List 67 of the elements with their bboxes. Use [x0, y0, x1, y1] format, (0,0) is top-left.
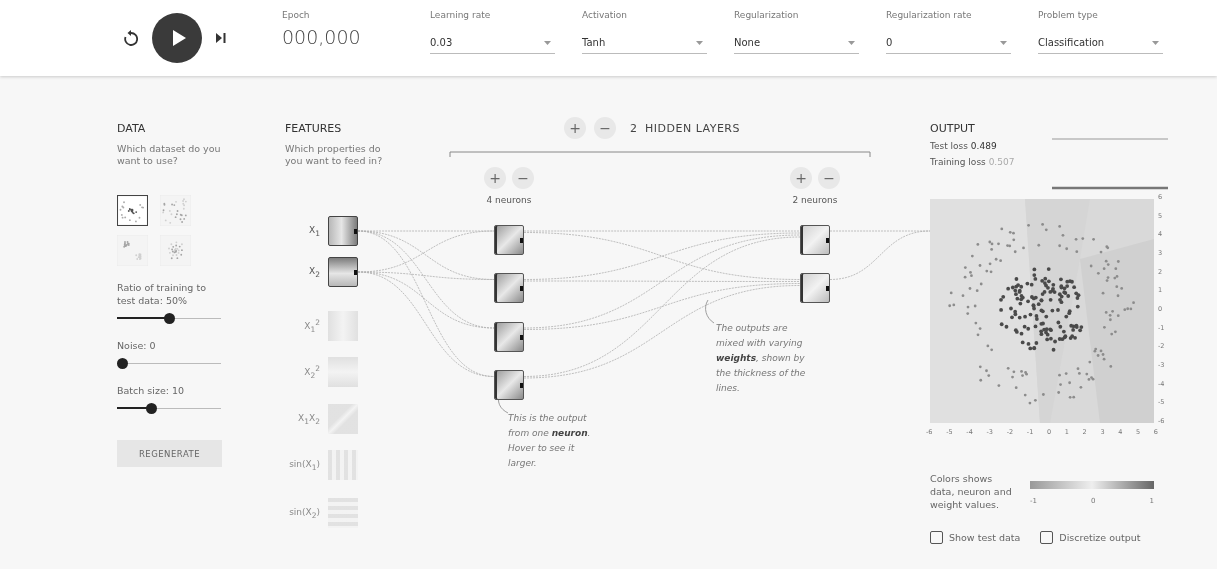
neuron-count: 4 neurons — [486, 194, 532, 206]
feature-label: X$_{1}$X$_{2}$ — [297, 412, 320, 426]
epoch-counter: 000,000 — [282, 26, 362, 48]
slider-thumb[interactable] — [145, 402, 157, 414]
neuron-node[interactable] — [494, 321, 524, 352]
section-subtitle: Which properties do you want to feed in? — [285, 143, 384, 167]
checkbox-label: Discretize output — [1059, 532, 1141, 543]
caret-icon — [1000, 40, 1007, 45]
step-icon[interactable] — [216, 33, 226, 43]
dropdown[interactable]: Classification — [1038, 37, 1163, 54]
regenerate-button[interactable]: REGENERATE — [117, 440, 222, 467]
feature-label: sin(X$_{1}$) — [288, 458, 320, 472]
dropdown[interactable]: None — [734, 37, 859, 54]
remove-neuron-button[interactable]: − — [512, 167, 534, 189]
legend-text: Colors shows data, neuron and weight values. — [930, 472, 1013, 511]
slider-thumb[interactable] — [117, 357, 128, 369]
section-title: OUTPUT — [930, 122, 976, 136]
annotation-text: This is the output from one neuron. Hover to see it larger. — [508, 412, 592, 470]
play-button[interactable] — [152, 13, 202, 63]
caret-icon — [544, 40, 551, 45]
dropdown-label: Problem type — [1038, 9, 1099, 21]
dropdown-label: Learning rate — [430, 9, 492, 21]
annotation-text: The outputs are mixed with varying weights, shown by the thickness of the lines. — [716, 322, 807, 395]
neuron-node[interactable] — [800, 224, 830, 255]
caret-icon — [1152, 40, 1159, 45]
feature-label: X$_{1}$ — [308, 224, 320, 238]
slider-thumb[interactable] — [163, 312, 175, 324]
checkbox[interactable] — [1040, 531, 1054, 544]
reset-icon[interactable] — [124, 30, 138, 46]
checkbox-label: Show test data — [949, 532, 1021, 543]
epoch-label: Epoch — [282, 9, 311, 21]
section-title: DATA — [117, 122, 147, 136]
feature-label: X$_{2}$ — [308, 265, 320, 279]
dropdown-label: Regularization rate — [886, 9, 973, 21]
feature-node[interactable] — [328, 257, 358, 287]
dataset-thumbnail[interactable] — [117, 195, 148, 226]
layer-count: 2 — [630, 121, 637, 135]
neuron-node[interactable] — [494, 224, 524, 255]
caret-icon — [696, 40, 703, 45]
add-layer-button[interactable]: + — [564, 117, 586, 139]
checkbox[interactable] — [930, 531, 943, 544]
dropdown-label: Regularization — [734, 9, 800, 21]
slider-label: Noise: 0 — [117, 339, 157, 352]
loss-readout: Training loss 0.507 — [930, 156, 1015, 169]
hidden-layers-title: HIDDEN LAYERS — [645, 121, 740, 135]
section-title: FEATURES — [285, 122, 342, 136]
dropdown[interactable]: 0.03 — [430, 37, 555, 54]
neuron-node[interactable] — [494, 273, 524, 303]
feature-label: sin(X$_{2}$) — [288, 506, 320, 520]
caret-icon — [848, 40, 855, 45]
dropdown-label: Activation — [582, 9, 629, 21]
loss-readout: Test loss 0.489 — [930, 140, 998, 153]
slider-label: Batch size: 10 — [117, 384, 186, 397]
remove-layer-button[interactable]: − — [594, 117, 616, 139]
dropdown[interactable]: 0 — [886, 37, 1011, 54]
slider-label: Ratio of training to test data: 50% — [117, 281, 207, 307]
dropdown[interactable]: Tanh — [582, 37, 707, 54]
feature-node[interactable] — [328, 216, 358, 246]
leader-line — [705, 299, 715, 324]
add-neuron-button[interactable]: + — [790, 167, 812, 189]
remove-neuron-button[interactable]: − — [818, 167, 840, 189]
neuron-node[interactable] — [494, 370, 524, 400]
play-icon — [171, 29, 187, 47]
add-neuron-button[interactable]: + — [484, 167, 506, 189]
neuron-node[interactable] — [800, 273, 830, 303]
neuron-count: 2 neurons — [792, 194, 838, 206]
section-subtitle: Which dataset do you want to use? — [117, 143, 222, 167]
